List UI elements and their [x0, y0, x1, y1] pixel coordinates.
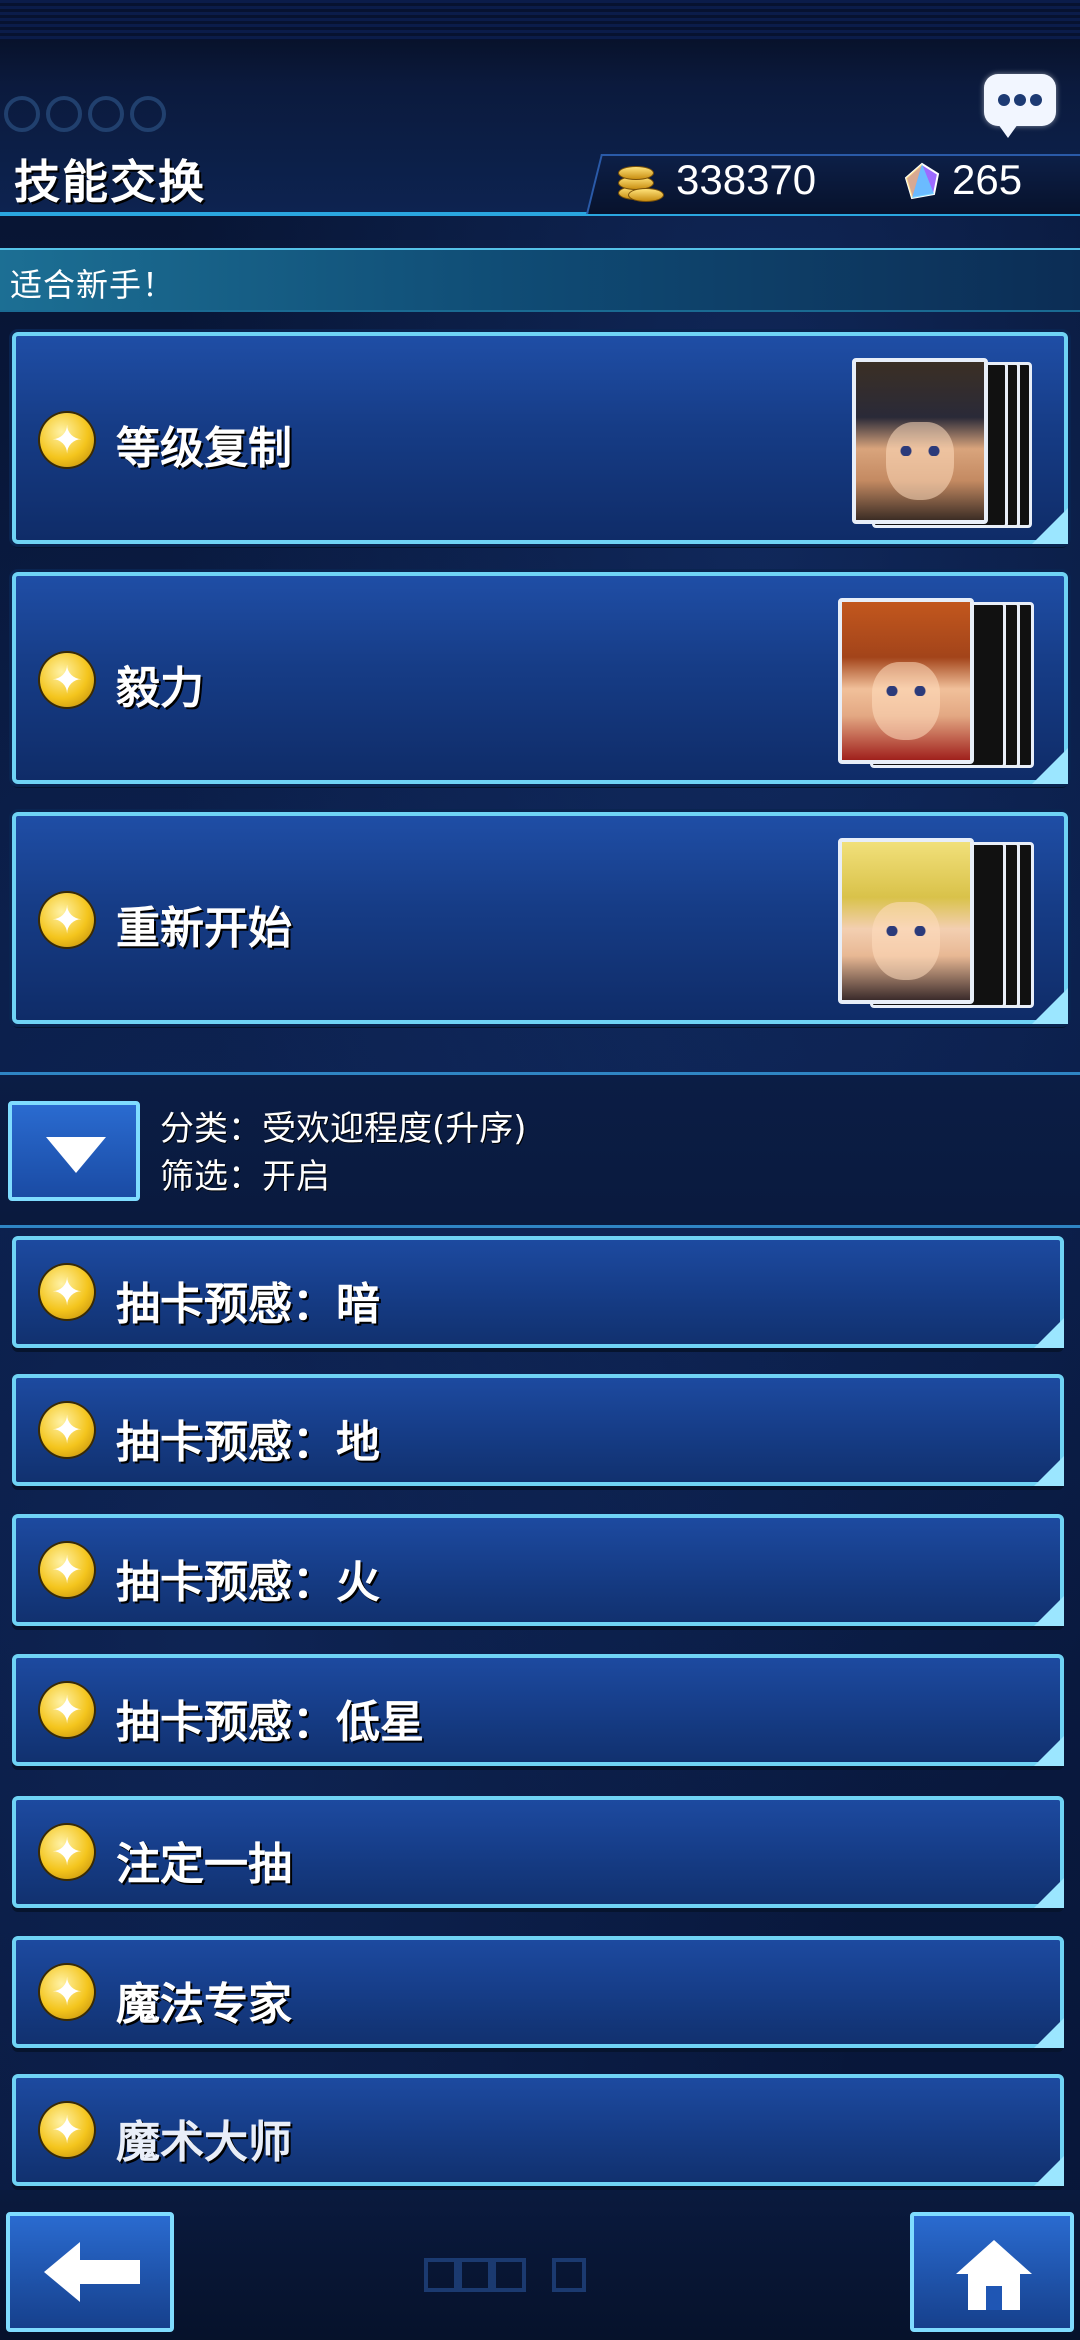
star-icon — [40, 1825, 94, 1879]
skill-name: 注定一抽 — [116, 1839, 292, 1890]
page-title: 技能交换 — [14, 155, 206, 209]
star-icon — [40, 1965, 94, 2019]
skill-name: 重新开始 — [116, 903, 292, 954]
sort-label: 分类：受欢迎程度(升序) — [160, 1109, 527, 1149]
character-card-stack — [838, 598, 1034, 768]
star-icon — [40, 893, 94, 947]
portrait-face — [872, 902, 940, 980]
home-button[interactable] — [910, 2212, 1074, 2332]
portrait-face — [872, 662, 940, 740]
star-icon — [40, 1403, 94, 1457]
circuit-decoration — [0, 90, 260, 132]
featured-skill-card[interactable]: 毅力 — [12, 572, 1068, 784]
chat-dot — [1014, 94, 1026, 106]
portrait-eyes — [880, 926, 932, 936]
skill-name: 等级复制 — [116, 423, 292, 474]
home-icon — [956, 2240, 1032, 2310]
top-header: 技能交换 338370 265 — [0, 0, 1080, 216]
star-icon — [40, 1265, 94, 1319]
section-label: 适合新手！ — [10, 266, 176, 304]
decorative-mark — [552, 2258, 586, 2292]
skill-name: 抽卡预感：火 — [116, 1557, 380, 1608]
decorative-mark — [424, 2258, 458, 2292]
skill-list-item[interactable]: 抽卡预感：火 — [12, 1514, 1064, 1626]
home-door — [986, 2286, 1002, 2310]
skill-name: 魔法专家 — [116, 1979, 292, 2030]
decorative-mark — [492, 2258, 526, 2292]
portrait-face — [886, 422, 954, 500]
skill-exchange-screen: 技能交换 338370 265 适合新手！ 等级复制 — [0, 0, 1080, 2340]
beginner-section-header: 适合新手！ — [0, 248, 1080, 312]
character-portrait-yusei — [852, 358, 988, 524]
skill-list-item[interactable]: 注定一抽 — [12, 1796, 1064, 1908]
back-button[interactable] — [6, 2212, 174, 2332]
star-icon — [40, 2103, 94, 2157]
skill-name: 魔术大师 — [116, 2117, 292, 2168]
skill-list-item[interactable]: 抽卡预感：暗 — [12, 1236, 1064, 1348]
skill-list-item[interactable]: 魔术大师 — [12, 2074, 1064, 2186]
gold-coins-icon — [612, 158, 664, 202]
chevron-down-icon — [46, 1137, 106, 1173]
header-stripe — [0, 0, 1080, 40]
gem-icon — [904, 162, 940, 200]
star-icon — [40, 413, 94, 467]
star-icon — [40, 653, 94, 707]
portrait-eyes — [880, 686, 932, 696]
character-portrait-yami-marik — [838, 838, 974, 1004]
featured-skill-card[interactable]: 等级复制 — [12, 332, 1068, 544]
star-icon — [40, 1543, 94, 1597]
sort-toggle-button[interactable] — [8, 1101, 140, 1201]
character-card-stack — [852, 358, 1032, 528]
skill-name: 抽卡预感：暗 — [116, 1279, 380, 1330]
skill-name: 毅力 — [116, 663, 204, 714]
home-roof — [956, 2240, 1032, 2274]
chat-bubble-icon — [998, 94, 1010, 106]
decorative-mark — [458, 2258, 492, 2292]
skill-name: 抽卡预感：低星 — [116, 1697, 424, 1748]
character-portrait-jaden — [838, 598, 974, 764]
arrow-left-icon — [44, 2242, 140, 2302]
character-card-stack — [838, 838, 1034, 1008]
gem-amount: 265 — [952, 156, 1023, 203]
portrait-eyes — [894, 446, 946, 456]
chat-dot — [1030, 94, 1042, 106]
skill-list-item[interactable]: 抽卡预感：地 — [12, 1374, 1064, 1486]
star-icon — [40, 1683, 94, 1737]
filter-label: 筛选：开启 — [160, 1157, 330, 1197]
skill-list-item[interactable]: 抽卡预感：低星 — [12, 1654, 1064, 1766]
chat-button[interactable] — [984, 74, 1056, 138]
skill-list-item[interactable]: 魔法专家 — [12, 1936, 1064, 2048]
featured-skill-card[interactable]: 重新开始 — [12, 812, 1068, 1024]
skill-name: 抽卡预感：地 — [116, 1417, 380, 1468]
gold-amount: 338370 — [676, 156, 817, 203]
sort-filter-bar: 分类：受欢迎程度(升序) 筛选：开启 — [0, 1072, 1080, 1228]
